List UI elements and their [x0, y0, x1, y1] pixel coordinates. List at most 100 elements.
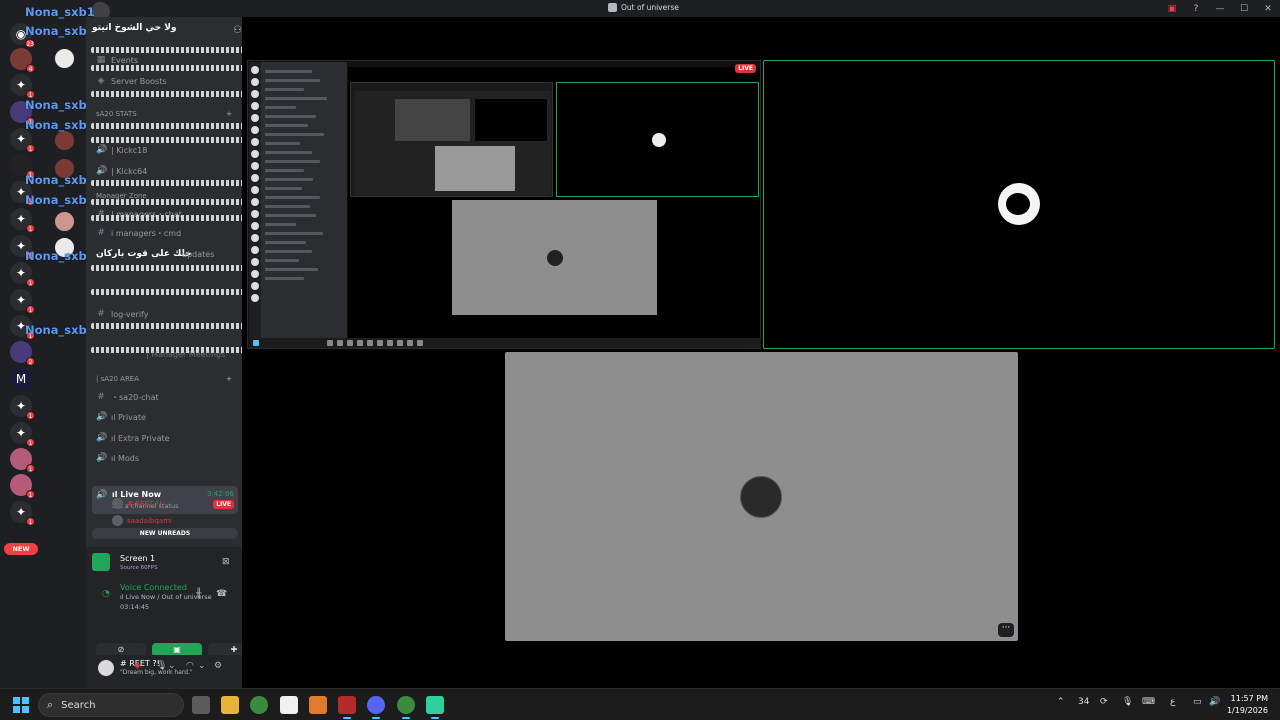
- server-icon[interactable]: ✦ 1: [10, 74, 35, 99]
- channel-mods[interactable]: 🔊 ıl Mods: [96, 451, 139, 465]
- keyboard-icon[interactable]: ⌨: [1142, 697, 1155, 707]
- channel-kick-2[interactable]: 🔊 | Kickc64: [96, 164, 147, 178]
- server-icon[interactable]: 1: [10, 448, 35, 473]
- close-button[interactable]: ✕: [1256, 4, 1280, 14]
- plus-icon[interactable]: +: [226, 375, 232, 383]
- task-view-icon[interactable]: [192, 696, 210, 714]
- server-icon[interactable]: ✦ 1: [10, 501, 35, 526]
- server-icon[interactable]: 1: [10, 474, 35, 499]
- server-icon[interactable]: ✦ 1: [10, 208, 35, 233]
- server-icon[interactable]: ✦ 1: [10, 289, 35, 314]
- chevron-down-icon[interactable]: ⌄: [198, 661, 206, 671]
- server-icon[interactable]: 4: [10, 48, 35, 73]
- mic-icon[interactable]: 🎙: [1122, 697, 1133, 707]
- channel-server-boosts[interactable]: ◈ Server Boosts: [96, 74, 167, 88]
- stop-stream-icon[interactable]: ⊠: [222, 557, 230, 567]
- server-icon[interactable]: 2: [10, 341, 35, 366]
- category-area[interactable]: | sA20 AREA +: [96, 375, 232, 383]
- speaker-icon: 🔊: [96, 166, 108, 176]
- server-icon[interactable]: ✦ 1: [10, 395, 35, 420]
- avatar[interactable]: [98, 660, 114, 676]
- clock-date: 1/19/2026: [1226, 706, 1268, 715]
- notepad-icon[interactable]: [280, 696, 298, 714]
- channel-kick-1[interactable]: 🔊 | Kickc18: [96, 143, 147, 157]
- headphones-icon[interactable]: ◠: [186, 661, 194, 671]
- boost-icon: ◈: [97, 76, 105, 86]
- network-icon[interactable]: ▭: [1193, 697, 1202, 707]
- server-rail: ◉ 23 4 ✦ 1 1 ✦ 1 1 ✦ 1 ✦ 1 ✦ 1 ✦ 1 ✦ 1 ✦ 1 2 M ✦ 1…: [0, 1, 111, 688]
- speaker-icon: 🔊: [96, 490, 108, 500]
- category-manager[interactable]: Manager Zone: [96, 192, 232, 200]
- chrome-icon[interactable]: [397, 696, 415, 719]
- video-tile[interactable]: [763, 60, 1275, 349]
- app-icon[interactable]: [309, 696, 327, 714]
- category-stats[interactable]: sA20 STATS +: [96, 110, 232, 118]
- avatar: [998, 183, 1040, 225]
- mic-icon[interactable]: 🎙: [156, 661, 167, 671]
- new-servers-pill[interactable]: NEW: [4, 543, 38, 555]
- stream-tile-self[interactable]: LIVE: [247, 60, 761, 349]
- channel-managers-cmd[interactable]: # i managers・cmd: [96, 226, 181, 240]
- sync-icon[interactable]: ⟳: [1100, 697, 1108, 707]
- volume-icon[interactable]: 🔊: [1209, 697, 1220, 707]
- channel-label: i managers・cmd: [111, 228, 182, 238]
- guild-header[interactable]: ولا حي الشوخ اتيتو ⚇: [92, 23, 242, 39]
- overlay-username: Nona_sxb1: [25, 249, 95, 263]
- chevron-up-icon[interactable]: ⌃: [1057, 697, 1065, 707]
- clock[interactable]: 11:57 PM 1/19/2026: [1227, 693, 1268, 717]
- window-title: Out of universe: [608, 3, 679, 12]
- disconnect-icon[interactable]: ☎: [216, 589, 227, 599]
- nested-discord-window: [249, 62, 347, 338]
- discord-icon[interactable]: [367, 696, 385, 719]
- noise-suppression-icon[interactable]: ╫: [196, 589, 201, 599]
- server-icon[interactable]: M: [10, 368, 32, 390]
- channel-manager-meetings[interactable]: | Manager Meetings: [146, 347, 225, 361]
- chrome-icon[interactable]: [250, 696, 268, 714]
- new-unreads-pill[interactable]: NEW UNREADS: [92, 528, 238, 539]
- language-indicator[interactable]: ع: [1170, 697, 1175, 707]
- inbox-icon[interactable]: ▣: [1160, 4, 1184, 14]
- channel-label: | Kickc64: [111, 166, 148, 176]
- channel-label: Events: [111, 55, 139, 65]
- app-icon[interactable]: [426, 696, 444, 719]
- help-icon[interactable]: ?: [1184, 4, 1208, 14]
- minimize-button[interactable]: —: [1208, 4, 1232, 14]
- gear-icon[interactable]: ⚙: [214, 661, 222, 671]
- channel-log-verify[interactable]: # log-verify: [96, 307, 148, 321]
- category-label: | sA20 AREA: [96, 375, 140, 383]
- chevron-down-icon[interactable]: ⌄: [168, 661, 176, 671]
- windows-taskbar: ⌕ Search ⌃ 34 ⟳ 🎙 ⌨ ع ▭ 🔊 11:57 PM 1/19/…: [0, 688, 1280, 720]
- server-icon[interactable]: ✦ 1: [10, 262, 35, 287]
- overlay-glyphs: [91, 215, 245, 221]
- voice-stage: LIVE ···: [242, 17, 1280, 688]
- overlay-glyphs: [91, 91, 245, 97]
- channel-updates[interactable]: updates: [182, 247, 214, 261]
- maximize-button[interactable]: ☐: [1232, 4, 1256, 14]
- more-options-button[interactable]: ···: [998, 623, 1014, 637]
- voice-status[interactable]: Voice Connected: [120, 583, 187, 592]
- channel-private[interactable]: 🔊 ıl Private: [96, 410, 146, 424]
- overlay-username: Nona_sxb1: [25, 323, 95, 337]
- category-label: Manager Zone: [96, 192, 147, 200]
- video-tile[interactable]: ···: [505, 352, 1018, 641]
- voice-user[interactable]: # REET ?!: [112, 498, 162, 509]
- tray-count[interactable]: 34: [1078, 697, 1089, 707]
- add-user-icon[interactable]: ⚇: [233, 25, 242, 36]
- channel-label: log-verify: [111, 309, 149, 319]
- voice-user-name: saadalbqami: [127, 516, 172, 525]
- channel-label: updates: [182, 249, 215, 259]
- start-button[interactable]: [13, 697, 29, 713]
- taskbar-search[interactable]: ⌕ Search: [38, 693, 184, 717]
- plus-icon[interactable]: +: [226, 110, 232, 118]
- stream-quality: Source 60FPS: [120, 565, 158, 571]
- hash-icon: #: [97, 309, 105, 319]
- channel-extra-private[interactable]: 🔊 ıl Extra Private: [96, 431, 170, 445]
- channel-sa20-chat[interactable]: # ・sa20-chat: [96, 390, 158, 404]
- overlay-username: Nona_sxb1: [25, 118, 95, 132]
- file-explorer-icon[interactable]: [221, 696, 239, 714]
- app-icon[interactable]: [338, 696, 356, 719]
- gamepad-icon[interactable]: ◈: [134, 661, 141, 671]
- server-icon[interactable]: ✦ 1: [10, 422, 35, 447]
- voice-user[interactable]: saadalbqami: [112, 515, 172, 526]
- overlay-avatar: [54, 130, 75, 151]
